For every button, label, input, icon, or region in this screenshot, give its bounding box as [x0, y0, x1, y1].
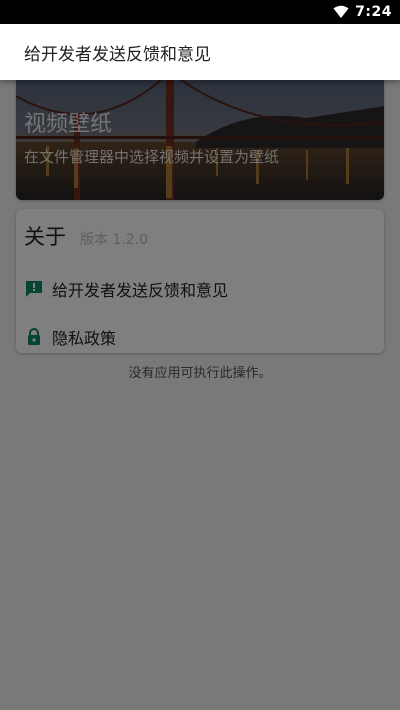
clock-time: 7:24 [355, 4, 392, 20]
feedback-dialog: 给开发者发送反馈和意见 [0, 24, 400, 80]
wifi-icon [333, 5, 349, 18]
status-bar: 7:24 [0, 0, 400, 24]
modal-scrim[interactable] [0, 24, 400, 710]
dialog-title: 给开发者发送反馈和意见 [24, 44, 211, 65]
